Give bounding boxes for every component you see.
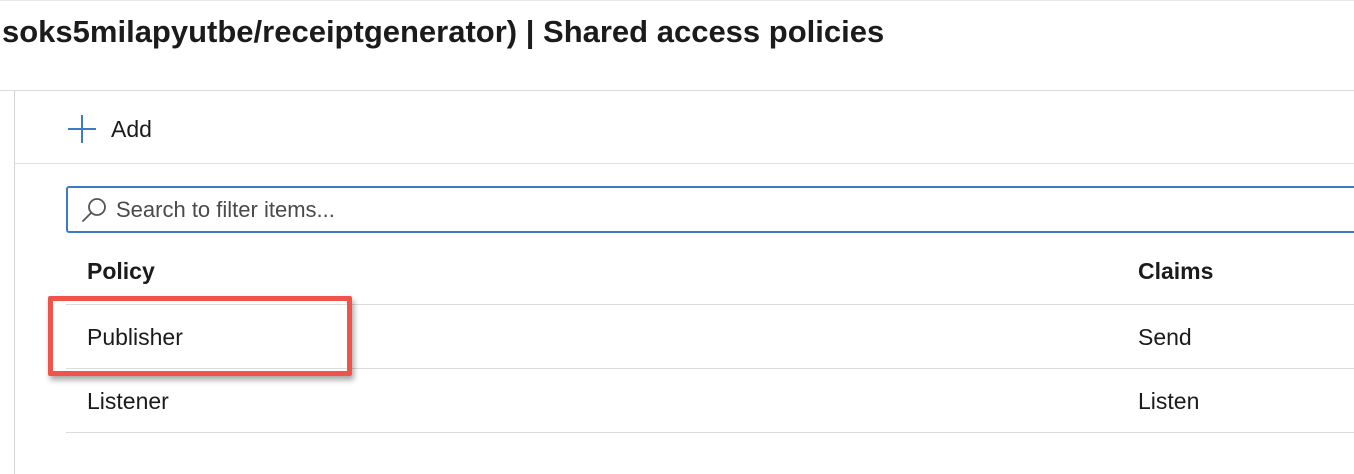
command-bar: Add — [15, 91, 1354, 164]
column-header-claims[interactable]: Claims — [1138, 258, 1213, 285]
search-box[interactable] — [66, 186, 1354, 233]
page: soks5milapyutbe/receiptgenerator) | Shar… — [0, 0, 1354, 474]
search-icon — [82, 198, 106, 222]
table-row[interactable]: Publisher Send — [66, 304, 1354, 368]
policy-cell[interactable]: Listener — [87, 388, 169, 415]
claims-cell: Listen — [1138, 388, 1200, 414]
add-button-label: Add — [111, 115, 152, 142]
row-divider — [66, 432, 1354, 433]
table-row[interactable]: Listener Listen — [66, 368, 1354, 432]
policy-cell[interactable]: Publisher — [87, 324, 183, 351]
toolbar-divider — [15, 163, 1354, 164]
page-title: soks5milapyutbe/receiptgenerator) | Shar… — [2, 14, 885, 49]
claims-cell: Send — [1138, 324, 1192, 350]
table-header: Policy Claims — [66, 240, 1354, 304]
add-button[interactable]: Add — [65, 111, 152, 147]
search-input[interactable] — [116, 192, 1316, 227]
title-bar: soks5milapyutbe/receiptgenerator) | Shar… — [0, 0, 1354, 90]
column-header-policy[interactable]: Policy — [87, 258, 155, 285]
plus-icon — [68, 115, 96, 143]
